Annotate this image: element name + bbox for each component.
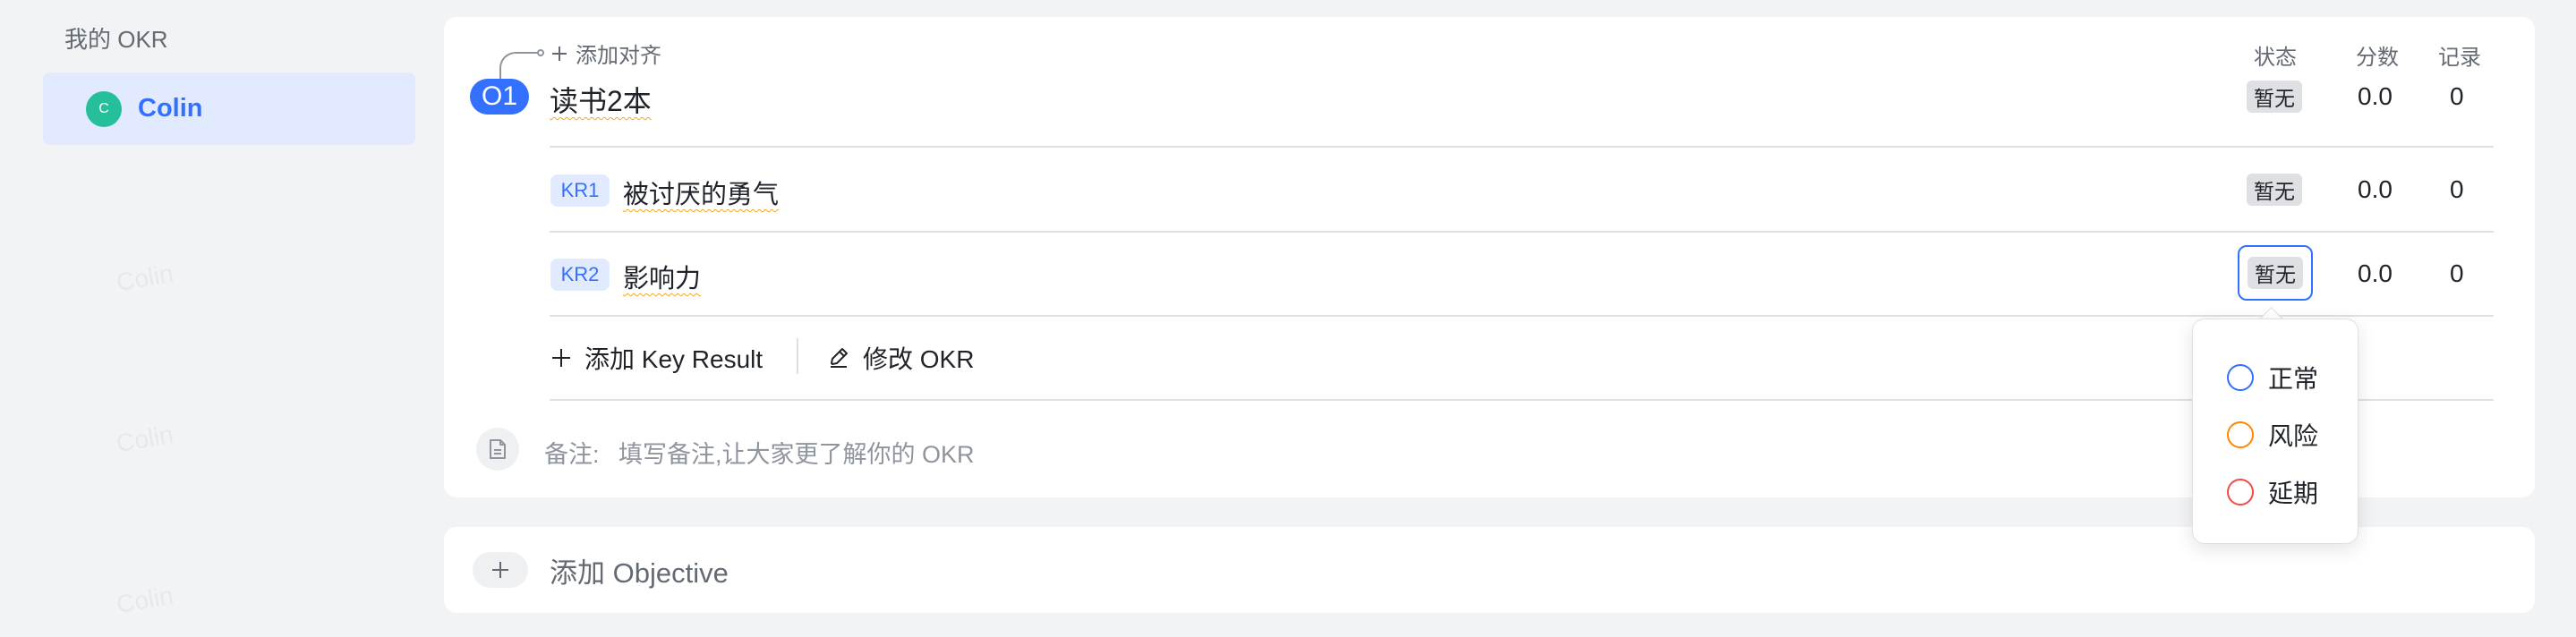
objective-title[interactable]: 读书2本 <box>550 79 652 120</box>
divider <box>550 146 2494 148</box>
circle-icon <box>2227 364 2254 391</box>
kr-badge: KR1 <box>550 174 610 207</box>
edit-icon <box>831 348 848 368</box>
add-key-result-label: 添加 Key Result <box>584 345 763 373</box>
status-option-normal[interactable]: 正常 <box>2227 360 2318 395</box>
kr-badge: KR2 <box>550 259 610 291</box>
note-label: 备注: <box>544 441 600 468</box>
align-dot <box>537 49 544 56</box>
column-score-header: 分数 <box>2356 46 2399 70</box>
note-icon <box>476 428 519 471</box>
kr-status-tag[interactable]: 暂无 <box>2247 174 2302 206</box>
note-placeholder: 填写备注,让大家更了解你的 OKR <box>618 441 975 468</box>
plus-icon <box>552 46 567 61</box>
action-separator <box>797 338 798 374</box>
plus-icon <box>473 552 528 588</box>
sidebar-title: 我的 OKR <box>64 26 168 53</box>
kr-score[interactable]: 0.0 <box>2358 259 2393 288</box>
objective-score[interactable]: 0.0 <box>2358 82 2393 111</box>
plus-icon <box>552 349 570 367</box>
column-status-header: 状态 <box>2254 46 2297 70</box>
kr-score[interactable]: 0.0 <box>2358 175 2393 204</box>
status-option-label: 正常 <box>2268 365 2319 393</box>
objective-record[interactable]: 0 <box>2450 82 2464 111</box>
add-key-result-button[interactable]: 添加 Key Result <box>550 340 763 376</box>
sidebar-item-colin[interactable]: C Colin <box>43 72 415 145</box>
edit-okr-label: 修改 OKR <box>863 345 975 373</box>
kr-status-tag: 暂无 <box>2248 257 2303 289</box>
avatar: C <box>86 90 122 127</box>
align-connector <box>499 52 542 81</box>
status-option-label: 延期 <box>2268 480 2319 507</box>
kr-record[interactable]: 0 <box>2450 259 2464 288</box>
kr-title[interactable]: 影响力 <box>623 258 701 295</box>
circle-icon <box>2227 421 2254 448</box>
sidebar-item-label: Colin <box>138 94 203 123</box>
status-option-label: 风险 <box>2268 422 2319 450</box>
divider <box>550 231 2494 233</box>
add-alignment-label: 添加对齐 <box>576 44 661 68</box>
status-option-delayed[interactable]: 延期 <box>2227 474 2318 510</box>
objective-badge: O1 <box>470 79 529 115</box>
add-objective-label: 添加 Objective <box>550 556 729 589</box>
kr-status-dropdown-trigger[interactable]: 暂无 <box>2238 245 2313 301</box>
column-record-header: 记录 <box>2438 46 2481 70</box>
note-field[interactable]: 备注: 填写备注,让大家更了解你的 OKR <box>544 435 975 470</box>
status-menu: 正常 风险 延期 <box>2192 318 2358 544</box>
objective-status-tag[interactable]: 暂无 <box>2247 81 2302 113</box>
sidebar: 我的 OKR C Colin <box>0 0 430 637</box>
divider <box>550 315 2494 317</box>
edit-okr-button[interactable]: 修改 OKR <box>827 340 974 376</box>
kr-title[interactable]: 被讨厌的勇气 <box>623 174 779 211</box>
add-alignment-button[interactable]: 添加对齐 <box>550 38 661 69</box>
status-option-risk[interactable]: 风险 <box>2227 417 2318 453</box>
kr-record[interactable]: 0 <box>2450 175 2464 204</box>
circle-icon <box>2227 479 2254 505</box>
